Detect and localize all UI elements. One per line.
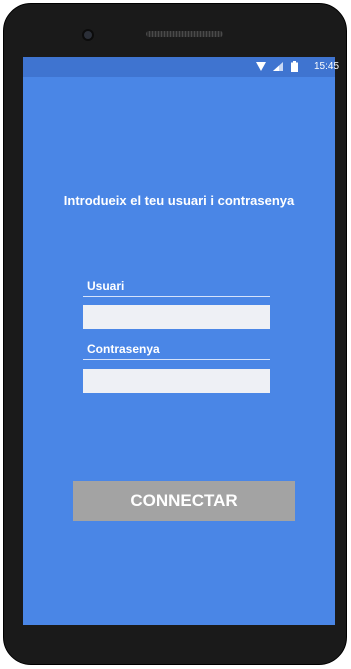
status-bar: 15:45 (23, 57, 339, 77)
username-label: Usuari (87, 279, 125, 293)
password-underline (83, 359, 270, 360)
speaker-grille (146, 31, 223, 37)
phone-frame: 15:45 Introdueix el teu usuari i contras… (3, 3, 347, 665)
battery-icon (291, 61, 298, 75)
signal-icon (273, 62, 283, 74)
username-input[interactable] (83, 305, 270, 329)
username-underline (83, 296, 270, 297)
front-camera-icon (82, 29, 94, 41)
app-screen: 15:45 Introdueix el teu usuari i contras… (23, 57, 339, 625)
password-label: Contrasenya (87, 342, 160, 356)
password-input[interactable] (83, 369, 270, 393)
connect-button[interactable]: CONNECTAR (73, 481, 295, 521)
status-time: 15:45 (314, 61, 340, 72)
login-instructions: Introdueix el teu usuari i contrasenya (63, 193, 295, 208)
wifi-icon (256, 62, 266, 74)
